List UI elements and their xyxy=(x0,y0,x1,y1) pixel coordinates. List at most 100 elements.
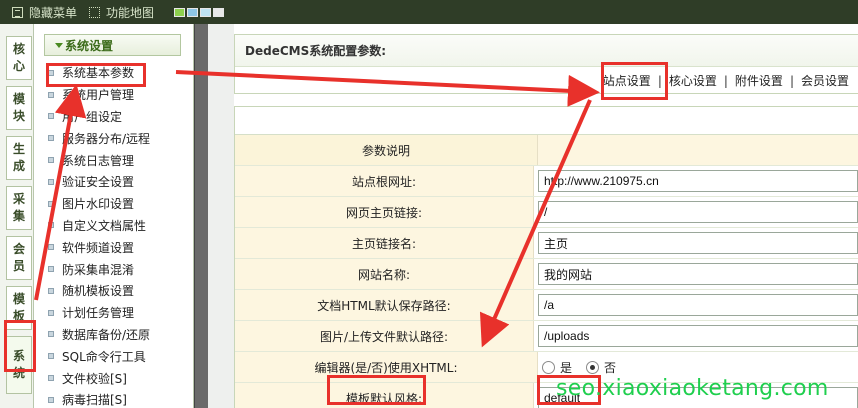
bullet-icon xyxy=(48,375,54,382)
menu-item-label: 计划任务管理 xyxy=(62,306,135,321)
tab-member-settings[interactable]: 会员设置 xyxy=(794,72,856,89)
xhtml-no-radio[interactable]: 否 xyxy=(586,359,616,376)
menu-item-label: 图片水印设置 xyxy=(62,197,135,212)
table-header-row: 参数说明 xyxy=(235,135,858,166)
tab-member[interactable]: 会员 xyxy=(6,236,32,280)
menu-item[interactable]: 系统日志管理 xyxy=(34,149,193,171)
menu-item[interactable]: 自定义文档属性 xyxy=(34,215,193,237)
menu-item[interactable]: 用户组设定 xyxy=(34,106,193,128)
theme-swatch-gray[interactable] xyxy=(213,7,225,17)
field-label: 图片/上传文件默认路径: xyxy=(235,321,534,351)
hide-menu-button[interactable]: 隐藏菜单 xyxy=(12,4,77,21)
menu-list: 系统基本参数 系统用户管理 用户组设定 服务器分布/远程 系统日志管理 验证安全设置 图片水… xyxy=(34,62,193,408)
menu-item[interactable]: 系统用户管理 xyxy=(34,84,193,106)
table-row: 网页主页链接: xyxy=(235,197,858,228)
menu-item-label: 系统日志管理 xyxy=(62,153,135,168)
menu-item-label: SQL命令行工具 xyxy=(62,349,146,364)
menu-item-label: 服务器分布/远程 xyxy=(62,131,151,146)
bullet-icon xyxy=(48,91,54,98)
table-top-strip xyxy=(235,107,858,135)
field-input[interactable] xyxy=(538,170,858,192)
menu-item-label: 防采集串混淆 xyxy=(62,262,135,277)
highlight-box-site-settings xyxy=(601,62,668,100)
highlight-box-system-tab xyxy=(4,320,36,372)
bullet-icon xyxy=(48,200,54,207)
menu-item-label: 病毒扫描[S] xyxy=(62,393,127,408)
radio-off-icon xyxy=(542,360,555,374)
theme-swatch-lightblue[interactable] xyxy=(200,7,212,17)
field-input[interactable] xyxy=(538,294,858,316)
menu-item[interactable]: 计划任务管理 xyxy=(34,302,193,324)
menu-item-label: 自定义文档属性 xyxy=(62,218,147,233)
watermark-text: seo.xiaoxiaoketang.com xyxy=(556,376,829,401)
tab-core-settings[interactable]: 核心设置 xyxy=(662,72,724,89)
bullet-icon xyxy=(48,331,54,338)
menu-item-label: 用户组设定 xyxy=(62,109,123,124)
bullet-icon xyxy=(48,244,54,251)
tab-module[interactable]: 模块 xyxy=(6,86,32,130)
bullet-icon xyxy=(48,287,54,294)
table-row: 网站名称: xyxy=(235,259,858,290)
field-input[interactable] xyxy=(538,325,858,347)
tab-core[interactable]: 核心 xyxy=(6,36,32,80)
menu-item[interactable]: 文件校验[S] xyxy=(34,367,193,389)
table-row: 图片/上传文件默认路径: xyxy=(235,321,858,352)
bullet-icon xyxy=(48,309,54,316)
menu-item[interactable]: 数据库备份/还原 xyxy=(34,324,193,346)
theme-swatch-green[interactable] xyxy=(174,7,186,17)
grid-icon xyxy=(89,6,101,18)
menu-section-header[interactable]: 系统设置 xyxy=(44,34,181,56)
menu-item-label: 数据库备份/还原 xyxy=(62,327,151,342)
menu-item[interactable]: 验证安全设置 xyxy=(34,171,193,193)
menu-item[interactable]: 防采集串混淆 xyxy=(34,258,193,280)
bullet-icon xyxy=(48,178,54,185)
bullet-icon xyxy=(48,157,54,164)
field-label: 主页链接名: xyxy=(235,228,534,258)
menu-item[interactable]: SQL命令行工具 xyxy=(34,345,193,367)
content-gutter xyxy=(208,24,234,408)
tab-collect[interactable]: 采集 xyxy=(6,186,32,230)
tab-generate[interactable]: 生成 xyxy=(6,136,32,180)
menu-item-label: 系统用户管理 xyxy=(62,88,135,103)
splitter-bar[interactable] xyxy=(194,24,208,408)
menu-item[interactable]: 软件频道设置 xyxy=(34,236,193,258)
table-row: 文档HTML默认保存路径: xyxy=(235,290,858,321)
site-map-label: 功能地图 xyxy=(106,5,155,20)
xhtml-yes-radio[interactable]: 是 xyxy=(542,359,572,376)
bullet-icon xyxy=(48,135,54,142)
field-label: 网站名称: xyxy=(235,259,534,289)
bullet-icon xyxy=(48,353,54,360)
highlight-box-menu-item xyxy=(46,63,146,87)
field-label: 网页主页链接: xyxy=(235,197,534,227)
theme-swatch-blue[interactable] xyxy=(187,7,199,17)
field-label: 文档HTML默认保存路径: xyxy=(235,290,534,320)
table-row: 主页链接名: xyxy=(235,228,858,259)
radio-on-icon xyxy=(586,360,600,374)
theme-swatches xyxy=(174,7,226,17)
header-label: 参数说明 xyxy=(235,135,538,165)
menu-item-label: 文件校验[S] xyxy=(62,371,127,386)
menu-item[interactable]: 服务器分布/远程 xyxy=(34,127,193,149)
triangle-down-icon xyxy=(55,43,63,48)
field-input[interactable] xyxy=(538,263,858,285)
hide-menu-label: 隐藏菜单 xyxy=(29,5,78,20)
site-map-button[interactable]: 功能地图 xyxy=(89,4,154,21)
menu-item[interactable]: 图片水印设置 xyxy=(34,193,193,215)
menu-item[interactable]: 随机模板设置 xyxy=(34,280,193,302)
bullet-icon xyxy=(48,113,54,120)
page-title: DedeCMS系统配置参数: xyxy=(235,35,858,67)
menu-item[interactable]: 病毒扫描[S] xyxy=(34,389,193,408)
menu-item-label: 随机模板设置 xyxy=(62,284,135,299)
bullet-icon xyxy=(48,222,54,229)
top-toolbar: 隐藏菜单 功能地图 xyxy=(0,0,858,24)
config-table: 参数说明 站点根网址:网页主页链接:主页链接名:网站名称:文档HTML默认保存路… xyxy=(234,106,858,408)
menu-item-label: 验证安全设置 xyxy=(62,175,135,190)
field-input[interactable] xyxy=(538,232,858,254)
tab-attachment-settings[interactable]: 附件设置 xyxy=(728,72,790,89)
bullet-icon xyxy=(48,396,54,403)
bullet-icon xyxy=(48,266,54,273)
main-panel: DedeCMS系统配置参数: 站点设置 | 核心设置 | 附件设置 | 会员设置… xyxy=(234,34,858,408)
field-label: 站点根网址: xyxy=(235,166,534,196)
panel-icon xyxy=(12,6,23,18)
field-input[interactable] xyxy=(538,201,858,223)
